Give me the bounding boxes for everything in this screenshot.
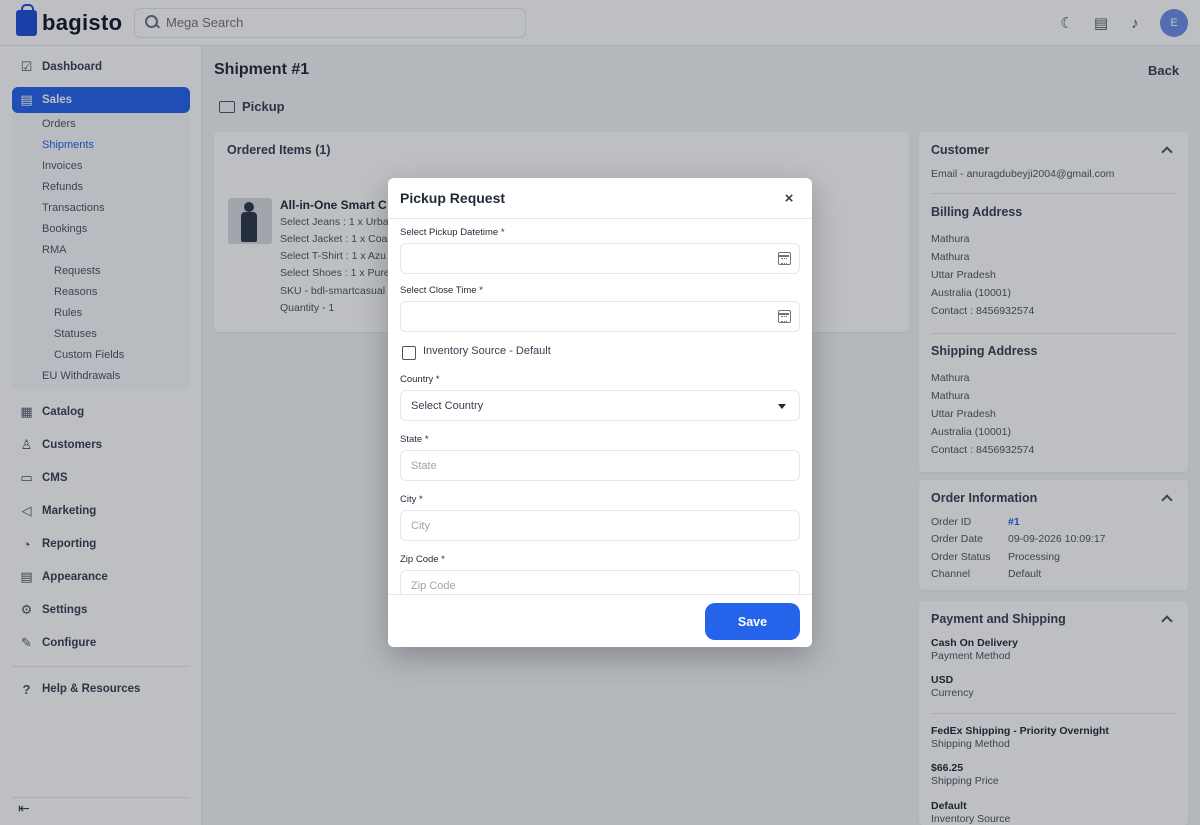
dropdown-caret-icon: [778, 404, 786, 409]
calendar-icon[interactable]: [778, 252, 791, 265]
country-label: Country *: [400, 374, 440, 385]
calendar-icon[interactable]: [778, 310, 791, 323]
state-input[interactable]: State: [400, 450, 800, 481]
state-placeholder: State: [411, 459, 437, 472]
zip-code-placeholder: Zip Code: [411, 579, 456, 592]
modal-title: Pickup Request: [400, 190, 506, 206]
inventory-source-label[interactable]: Inventory Source - Default: [423, 345, 551, 357]
close-time-label: Select Close Time *: [400, 285, 483, 296]
country-select[interactable]: Select Country: [400, 390, 800, 421]
close-time-input[interactable]: [400, 301, 800, 332]
zip-code-input[interactable]: Zip Code: [400, 570, 800, 594]
close-icon[interactable]: ×: [781, 190, 797, 207]
save-button[interactable]: Save: [705, 603, 800, 640]
city-placeholder: City: [411, 519, 430, 532]
pickup-request-modal: Pickup Request × Select Pickup Datetime …: [388, 178, 812, 647]
modal-body[interactable]: Select Pickup Datetime * Select Close Ti…: [388, 219, 812, 594]
pickup-datetime-label: Select Pickup Datetime *: [400, 227, 505, 238]
modal-header: Pickup Request ×: [388, 178, 812, 219]
modal-footer: Save: [388, 594, 812, 647]
city-input[interactable]: City: [400, 510, 800, 541]
state-label: State *: [400, 434, 429, 445]
city-label: City *: [400, 494, 423, 505]
country-selected-value: Select Country: [411, 399, 484, 412]
inventory-source-checkbox[interactable]: [402, 346, 416, 360]
pickup-datetime-input[interactable]: [400, 243, 800, 274]
zip-code-label: Zip Code *: [400, 554, 445, 565]
